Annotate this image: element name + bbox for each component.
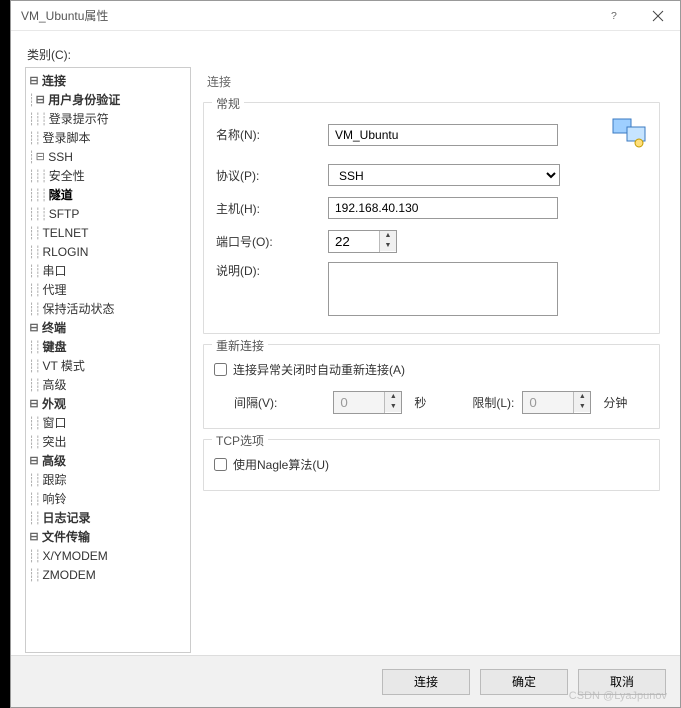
- tree-trace[interactable]: ┊┊跟踪: [28, 471, 188, 490]
- tree-advanced-term[interactable]: ┊┊高级: [28, 376, 188, 395]
- category-tree[interactable]: ⊟连接 ┊⊟用户身份验证 ┊┊┊登录提示符 ┊┊登录脚本 ┊⊟SSH ┊┊┊安全…: [25, 67, 191, 653]
- tree-rlogin[interactable]: ┊┊RLOGIN: [28, 243, 188, 262]
- connect-button[interactable]: 连接: [382, 669, 470, 695]
- protocol-label: 协议(P):: [214, 167, 328, 184]
- group-reconnect: 重新连接 连接异常关闭时自动重新连接(A) 间隔(V):: [203, 344, 660, 429]
- interval-down: ▼: [385, 402, 401, 412]
- cancel-button[interactable]: 取消: [578, 669, 666, 695]
- port-stepper[interactable]: ▲▼: [328, 230, 397, 253]
- tree-connection[interactable]: ⊟连接: [28, 72, 188, 91]
- tree-serial[interactable]: ┊┊串口: [28, 262, 188, 281]
- port-field[interactable]: [329, 231, 379, 252]
- auto-reconnect-label: 连接异常关闭时自动重新连接(A): [233, 361, 405, 378]
- tree-login-prompt[interactable]: ┊┊┊登录提示符: [28, 110, 188, 129]
- limit-stepper: ▲▼: [522, 391, 591, 414]
- tree-tunnel[interactable]: ┊┊┊隧道: [28, 186, 188, 205]
- limit-down: ▼: [574, 402, 590, 412]
- titlebar: VM_Ubuntu属性 ?: [11, 1, 680, 31]
- group-tcp: TCP选项 使用Nagle算法(U): [203, 439, 660, 491]
- nagle-checkbox[interactable]: 使用Nagle算法(U): [214, 456, 329, 473]
- tree-telnet[interactable]: ┊┊TELNET: [28, 224, 188, 243]
- port-down[interactable]: ▼: [380, 241, 396, 251]
- desc-field[interactable]: [328, 262, 558, 316]
- protocol-select[interactable]: SSH: [328, 164, 560, 186]
- tree-user-auth[interactable]: ┊⊟用户身份验证: [28, 91, 188, 110]
- tree-file-transfer[interactable]: ⊟文件传输: [28, 528, 188, 547]
- tree-keepalive[interactable]: ┊┊保持活动状态: [28, 300, 188, 319]
- tree-appearance[interactable]: ⊟外观: [28, 395, 188, 414]
- auto-reconnect-checkbox[interactable]: 连接异常关闭时自动重新连接(A): [214, 361, 405, 378]
- svg-text:?: ?: [611, 10, 617, 22]
- properties-dialog: VM_Ubuntu属性 ? 类别(C): ⊟连接 ┊⊟用户身份验证 ┊┊┊登录提…: [10, 0, 681, 708]
- settings-panel: 连接 常规 名称(N): 协议(P): SSH: [201, 67, 666, 653]
- host-field[interactable]: [328, 197, 558, 219]
- name-label: 名称(N):: [214, 126, 328, 143]
- port-up[interactable]: ▲: [380, 231, 396, 241]
- group-reconnect-legend: 重新连接: [212, 337, 268, 354]
- tree-terminal[interactable]: ⊟终端: [28, 319, 188, 338]
- dialog-footer: 连接 确定 取消: [11, 655, 680, 707]
- interval-field: [334, 392, 384, 413]
- group-tcp-legend: TCP选项: [212, 432, 268, 449]
- nagle-label: 使用Nagle算法(U): [233, 456, 329, 473]
- tree-zmodem[interactable]: ┊┊ZMODEM: [28, 566, 188, 585]
- tree-advanced[interactable]: ⊟高级: [28, 452, 188, 471]
- tree-bell[interactable]: ┊┊响铃: [28, 490, 188, 509]
- tree-keyboard[interactable]: ┊┊键盘: [28, 338, 188, 357]
- interval-stepper: ▲▼: [333, 391, 402, 414]
- interval-unit: 秒: [410, 394, 426, 411]
- tree-proxy[interactable]: ┊┊代理: [28, 281, 188, 300]
- port-label: 端口号(O):: [214, 233, 328, 250]
- category-label: 类别(C):: [27, 46, 666, 63]
- limit-up: ▲: [574, 392, 590, 402]
- ok-button[interactable]: 确定: [480, 669, 568, 695]
- close-button[interactable]: [636, 1, 680, 31]
- desc-label: 说明(D):: [214, 262, 328, 279]
- window-title: VM_Ubuntu属性: [21, 7, 592, 24]
- tree-xymodem[interactable]: ┊┊X/YMODEM: [28, 547, 188, 566]
- name-field[interactable]: [328, 124, 558, 146]
- tree-logging[interactable]: ┊┊日志记录: [28, 509, 188, 528]
- limit-field: [523, 392, 573, 413]
- help-button[interactable]: ?: [592, 1, 636, 31]
- tree-login-script[interactable]: ┊┊登录脚本: [28, 129, 188, 148]
- limit-unit: 分钟: [599, 394, 627, 411]
- tree-security[interactable]: ┊┊┊安全性: [28, 167, 188, 186]
- panel-title: 连接: [203, 71, 660, 102]
- interval-label: 间隔(V):: [234, 394, 277, 411]
- tree-sftp[interactable]: ┊┊┊SFTP: [28, 205, 188, 224]
- group-general-legend: 常规: [212, 95, 244, 112]
- limit-label: 限制(L):: [472, 394, 514, 411]
- tree-vt-mode[interactable]: ┊┊VT 模式: [28, 357, 188, 376]
- group-general: 常规 名称(N): 协议(P): SSH 主机(H):: [203, 102, 660, 334]
- host-label: 主机(H):: [214, 200, 328, 217]
- tree-highlight[interactable]: ┊┊突出: [28, 433, 188, 452]
- tree-ssh[interactable]: ┊⊟SSH: [28, 148, 188, 167]
- tree-window[interactable]: ┊┊窗口: [28, 414, 188, 433]
- interval-up: ▲: [385, 392, 401, 402]
- computer-icon: [609, 115, 649, 154]
